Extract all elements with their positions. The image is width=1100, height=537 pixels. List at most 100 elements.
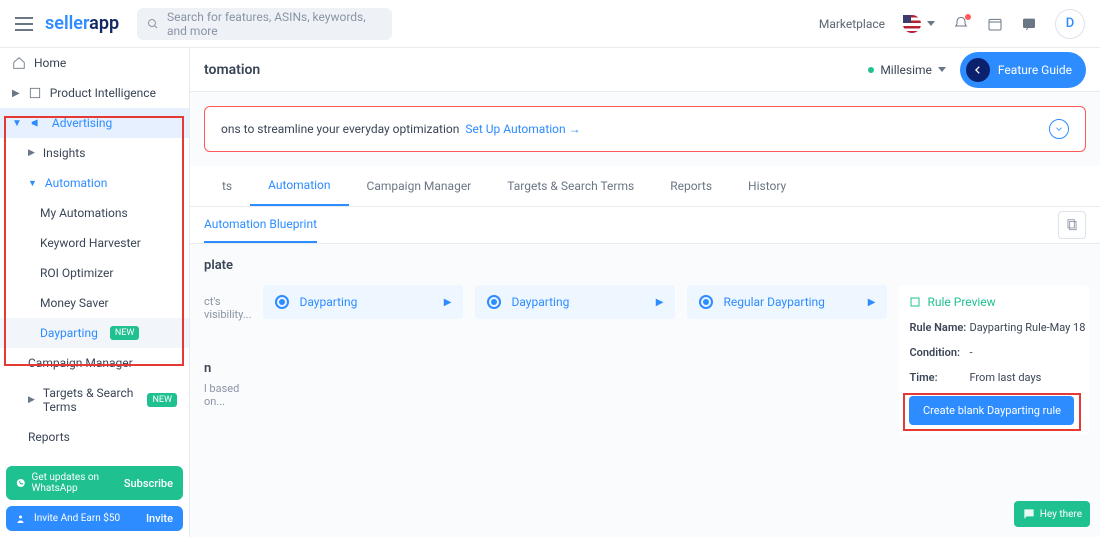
preview-icon	[909, 296, 921, 308]
section-title-fragment: plate	[204, 258, 1086, 273]
create-dayparting-rule-button[interactable]: Create blank Dayparting rule	[909, 396, 1074, 425]
sidebar-item-advertising[interactable]: ▼ Advertising	[0, 108, 189, 138]
new-badge: NEW	[110, 326, 140, 340]
account-selector[interactable]: Millesime	[868, 63, 946, 77]
sidebar-item-insights[interactable]: ▶ Insights	[0, 138, 189, 168]
promo-action: Subscribe	[124, 477, 173, 490]
chevron-down-icon	[938, 67, 946, 72]
sidebar-label: Home	[34, 56, 66, 70]
people-icon	[16, 513, 28, 525]
main-content: tomation Millesime Feature Guide	[190, 48, 1100, 537]
logo[interactable]: sellerapp	[45, 13, 119, 34]
sidebar-label: Automation	[45, 176, 107, 190]
copy-icon[interactable]	[1058, 211, 1086, 239]
sidebar-item-my-automations[interactable]: My Automations	[0, 198, 189, 228]
card-label: Dayparting	[511, 295, 569, 309]
expand-banner-icon[interactable]	[1049, 119, 1069, 139]
condition-label: Condition:	[909, 346, 969, 359]
sidebar-item-keyword-harvester[interactable]: Keyword Harvester	[0, 228, 189, 258]
hamburger-menu-icon[interactable]	[15, 17, 35, 31]
marketplace-selector[interactable]	[903, 15, 935, 33]
preview-title: Rule Preview	[909, 295, 1089, 309]
chat-widget[interactable]: Hey there	[1014, 501, 1090, 527]
chevron-right-icon: ▶	[444, 297, 452, 308]
time-value: From last days	[969, 371, 1041, 384]
sidebar-item-dayparting[interactable]: Dayparting NEW	[0, 318, 189, 348]
setup-banner: ons to streamline your everyday optimiza…	[204, 106, 1086, 152]
collapse-icon: ▼	[28, 178, 37, 189]
subtabs: Automation Blueprint	[190, 207, 1100, 244]
tab-reports[interactable]: Reports	[652, 167, 730, 205]
notifications-icon[interactable]	[953, 16, 969, 32]
sidebar-label: Reports	[28, 430, 70, 444]
sidebar-item-campaign-manager[interactable]: Campaign Manager	[0, 348, 189, 378]
chevron-down-icon	[927, 21, 935, 26]
chevron-right-icon: ▶	[656, 297, 664, 308]
invite-button[interactable]: Invite And Earn $50 Invite	[6, 506, 183, 531]
top-header: sellerapp Search for features, ASINs, ke…	[0, 0, 1100, 48]
tab-automation[interactable]: Automation	[250, 166, 348, 206]
sidebar-item-product-intelligence[interactable]: ▶ Product Intelligence	[0, 78, 189, 108]
tab-campaign-manager[interactable]: Campaign Manager	[349, 167, 490, 205]
avatar-initial: D	[1066, 16, 1075, 31]
radio-icon	[275, 295, 289, 309]
banner-text: ons to streamline your everyday optimiza…	[221, 122, 459, 136]
sidebar-item-money-saver[interactable]: Money Saver	[0, 288, 189, 318]
dayparting-card-1[interactable]: Dayparting ▶	[263, 285, 463, 319]
whatsapp-subscribe-button[interactable]: Get updates on WhatsApp Subscribe	[6, 466, 183, 500]
announcement-icon[interactable]	[1021, 16, 1037, 32]
chevron-right-icon: ▶	[868, 297, 876, 308]
rule-name-label: Rule Name:	[909, 321, 969, 334]
tab-history[interactable]: History	[730, 167, 804, 205]
setup-automation-link[interactable]: Set Up Automation →	[465, 122, 580, 136]
rule-preview-panel: Rule Preview Rule Name: Dayparting Rule-…	[899, 285, 1089, 435]
megaphone-icon	[30, 116, 44, 130]
sidebar-label: Campaign Manager	[28, 356, 133, 370]
calendar-icon[interactable]	[987, 16, 1003, 32]
us-flag-icon	[903, 15, 921, 33]
radio-icon	[699, 295, 713, 309]
whatsapp-icon	[16, 477, 26, 489]
chat-label: Hey there	[1040, 509, 1082, 520]
card-label: Regular Dayparting	[723, 295, 824, 309]
tabs: ts Automation Campaign Manager Targets &…	[190, 166, 1100, 207]
tab-targets[interactable]: Targets & Search Terms	[489, 167, 652, 205]
time-label: Time:	[909, 371, 969, 384]
avatar[interactable]: D	[1055, 9, 1085, 39]
sidebar-item-roi-optimizer[interactable]: ROI Optimizer	[0, 258, 189, 288]
feature-guide-label: Feature Guide	[998, 63, 1072, 77]
dayparting-card-2[interactable]: Dayparting ▶	[475, 285, 675, 319]
chat-icon	[1022, 507, 1036, 521]
account-label: Millesime	[880, 63, 932, 77]
sidebar-item-home[interactable]: Home	[0, 48, 189, 78]
logo-part2: app	[89, 13, 119, 34]
text-fragment: n	[204, 361, 251, 376]
collapse-icon: ▼	[12, 118, 22, 129]
status-dot-icon	[868, 67, 874, 73]
rule-name-value: Dayparting Rule-May 18	[969, 321, 1085, 334]
logo-part1: seller	[45, 13, 89, 34]
dayparting-card-3[interactable]: Regular Dayparting ▶	[687, 285, 887, 319]
sidebar-item-targets[interactable]: ▶ Targets & Search Terms NEW	[0, 378, 189, 422]
sidebar-item-automation[interactable]: ▼ Automation	[0, 168, 189, 198]
box-icon	[28, 86, 42, 100]
sidebar-label: My Automations	[40, 206, 128, 220]
promo-action: Invite	[146, 512, 173, 525]
promo-label: Get updates on WhatsApp	[32, 472, 124, 494]
sidebar-label: Product Intelligence	[50, 86, 156, 100]
search-placeholder: Search for features, ASINs, keywords, an…	[167, 10, 382, 38]
expand-icon: ▶	[28, 148, 35, 158]
sidebar: Home ▶ Product Intelligence ▼ Advertisin…	[0, 48, 190, 537]
new-badge: NEW	[147, 393, 177, 407]
subtab-automation-blueprint[interactable]: Automation Blueprint	[204, 207, 317, 243]
chevron-left-icon	[966, 58, 990, 82]
promo-label: Invite And Earn $50	[34, 513, 120, 524]
feature-guide-button[interactable]: Feature Guide	[960, 52, 1086, 88]
sidebar-label: Targets & Search Terms	[43, 386, 136, 414]
preview-title-label: Rule Preview	[927, 295, 995, 309]
card-label: Dayparting	[299, 295, 357, 309]
sidebar-item-reports[interactable]: Reports	[0, 422, 189, 452]
search-input[interactable]: Search for features, ASINs, keywords, an…	[137, 8, 392, 40]
sidebar-label: Insights	[43, 146, 85, 160]
tab-fragment[interactable]: ts	[204, 167, 250, 205]
